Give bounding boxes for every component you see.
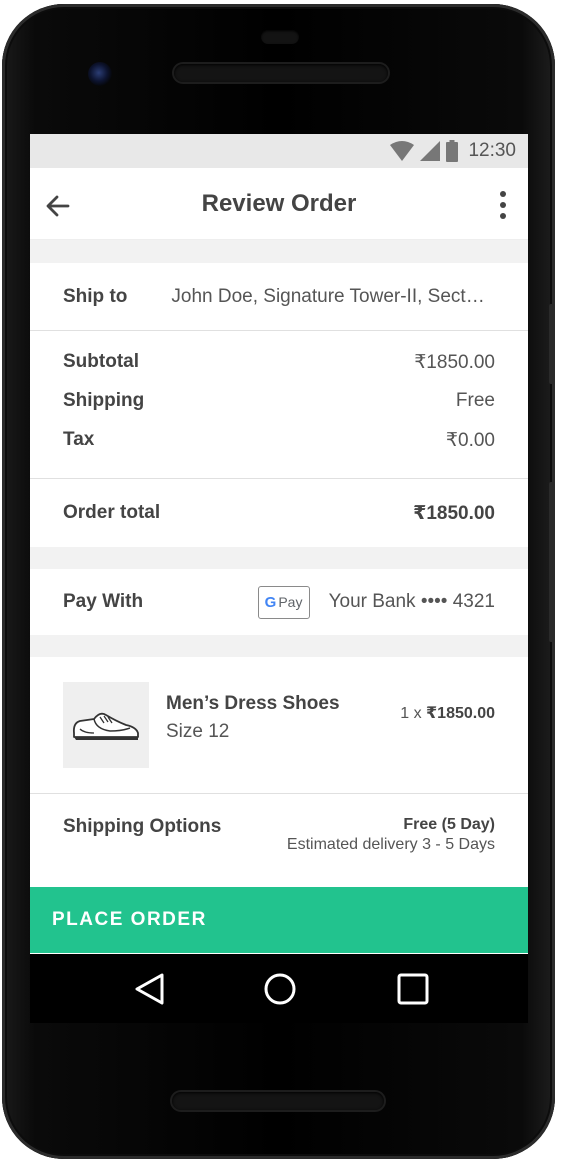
battery-icon <box>446 140 459 162</box>
subtotal-label: Subtotal <box>63 351 139 372</box>
home-nav-icon[interactable] <box>263 972 297 1006</box>
subtotal-row: Subtotal ₹1850.00 <box>63 351 495 390</box>
tax-row: Tax ₹0.00 <box>63 429 495 468</box>
order-total-value: ₹1850.00 <box>413 502 495 524</box>
order-total-label: Order total <box>63 502 161 523</box>
item-info: Men’s Dress Shoes Size 12 <box>166 693 340 743</box>
status-bar: 12:30 <box>30 134 528 168</box>
shoe-icon <box>72 712 139 740</box>
section-divider <box>30 240 528 263</box>
top-speaker <box>174 64 388 82</box>
back-nav-icon[interactable] <box>133 972 167 1006</box>
google-g-icon: G <box>264 593 277 611</box>
shipping-estimate: Estimated delivery 3 - 5 Days <box>286 836 495 853</box>
product-thumbnail <box>63 682 149 768</box>
place-order-button[interactable]: PLACE ORDER <box>30 887 528 953</box>
shipping-options-label: Shipping Options <box>63 816 222 837</box>
shipping-label: Shipping <box>63 390 145 411</box>
volume-button <box>549 482 555 642</box>
totals-section: Subtotal ₹1850.00 Shipping Free Tax ₹0.0… <box>30 331 528 479</box>
payment-account: Your Bank •••• 4321 <box>328 591 495 612</box>
earpiece <box>261 30 299 44</box>
recents-nav-icon[interactable] <box>396 972 430 1006</box>
shipping-row: Shipping Free <box>63 390 495 429</box>
pay-with-row[interactable]: Pay With G Pay Your Bank •••• 4321 <box>30 569 528 635</box>
gpay-text: Pay <box>278 594 303 610</box>
shipping-option-name: Free (5 Day) <box>403 816 495 833</box>
app-bar: Review Order <box>30 168 528 240</box>
item-price-value: ₹1850.00 <box>426 705 495 722</box>
shipping-option-detail: Free (5 Day) Estimated delivery 3 - 5 Da… <box>287 816 495 887</box>
order-item[interactable]: Men’s Dress Shoes Size 12 1 x ₹1850.00 <box>30 657 528 794</box>
item-name: Men’s Dress Shoes <box>166 693 340 714</box>
pay-with-label: Pay With <box>63 591 144 612</box>
screen: 12:30 Review Order Ship to John Doe, Sig… <box>30 134 528 1023</box>
wifi-icon <box>390 141 415 161</box>
tax-value: ₹0.00 <box>445 430 495 451</box>
subtotal-value: ₹1850.00 <box>414 352 495 373</box>
front-camera <box>88 62 112 86</box>
item-size: Size 12 <box>166 721 230 742</box>
power-button <box>549 304 555 384</box>
bottom-speaker <box>172 1092 384 1110</box>
status-time: 12:30 <box>468 140 516 161</box>
shipping-value: Free <box>455 390 495 411</box>
ship-to-label: Ship to <box>63 285 128 307</box>
page-title: Review Order <box>201 189 357 217</box>
tax-label: Tax <box>63 429 95 450</box>
ship-to-address: John Doe, Signature Tower-II, Sect… <box>171 285 485 307</box>
section-divider <box>30 635 528 657</box>
google-pay-logo: G Pay <box>257 585 310 619</box>
item-price: 1 x ₹1850.00 <box>400 703 495 723</box>
ship-to-row[interactable]: Ship to John Doe, Signature Tower-II, Se… <box>30 263 528 331</box>
signal-icon <box>420 141 441 161</box>
navigation-bar <box>30 954 528 1023</box>
item-quantity: 1 x <box>400 705 422 722</box>
shipping-options-row[interactable]: Shipping Options Free (5 Day) Estimated … <box>30 794 528 887</box>
order-total-row: Order total ₹1850.00 <box>30 479 528 547</box>
more-options-icon[interactable] <box>498 190 508 220</box>
section-divider <box>30 547 528 569</box>
back-arrow-icon[interactable] <box>44 192 72 220</box>
